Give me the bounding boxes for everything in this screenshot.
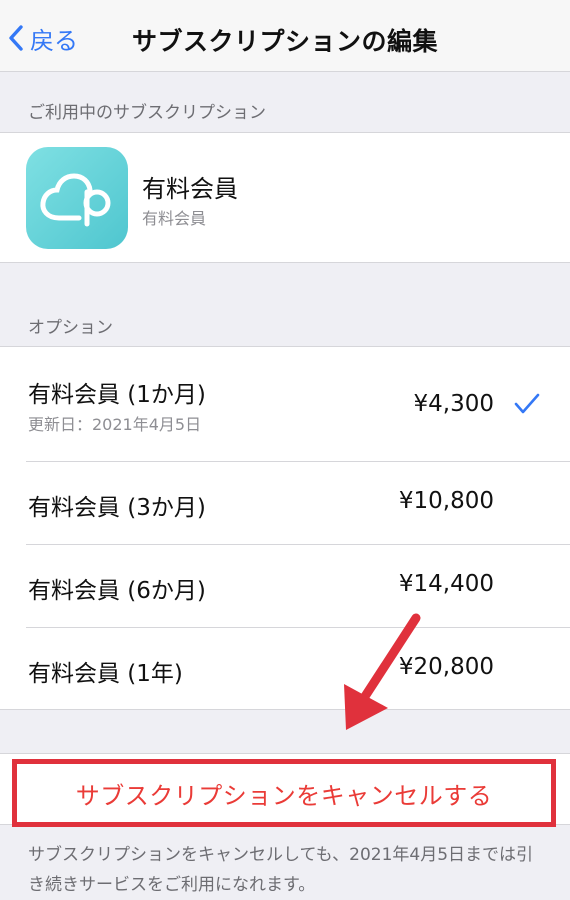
cancellation-note: サブスクリプションをキャンセルしても、2021年4月5日までは引き続きサービスを… [28, 845, 534, 895]
app-subtitle: 有料会員 [142, 209, 207, 228]
options-card: 有料会員 (1か月) 更新日：2021年4月5日 ¥4,300 有料会員 (3か… [0, 346, 570, 710]
cloud-p-app-icon [26, 147, 128, 249]
option-row-6-months[interactable]: 有料会員 (6か月) ¥14,400 [0, 545, 570, 627]
current-subscription-header: ご利用中のサブスクリプション [28, 103, 266, 123]
option-price: ¥14,400 [398, 571, 494, 597]
option-label: 有料会員 (6か月) [28, 578, 206, 604]
option-price: ¥4,300 [413, 391, 494, 417]
option-row-3-months[interactable]: 有料会員 (3か月) ¥10,800 [0, 462, 570, 544]
option-label: 有料会員 (1年) [28, 661, 183, 687]
current-subscription-card: 有料会員 有料会員 [0, 132, 570, 263]
options-header: オプション [28, 318, 113, 338]
renewal-date: 更新日：2021年4月5日 [28, 415, 202, 434]
annotation-arrow-icon [344, 613, 421, 730]
app-name: 有料会員 [142, 175, 238, 203]
page-title: サブスクリプションの編集 [131, 27, 438, 56]
checkmark-icon [514, 393, 540, 414]
option-row-1-year[interactable]: 有料会員 (1年) ¥20,800 [0, 628, 570, 710]
option-price: ¥10,800 [398, 488, 494, 514]
option-label: 有料会員 (3か月) [28, 495, 206, 521]
cancel-subscription-button[interactable]: サブスクリプションをキャンセルする [12, 759, 556, 827]
option-label: 有料会員 (1か月) [28, 382, 206, 408]
cancel-subscription-label: サブスクリプションをキャンセルする [75, 781, 493, 810]
navigation-bar: 戻る サブスクリプションの編集 [0, 0, 570, 72]
option-row-1-month[interactable]: 有料会員 (1か月) 更新日：2021年4月5日 ¥4,300 [0, 347, 570, 461]
